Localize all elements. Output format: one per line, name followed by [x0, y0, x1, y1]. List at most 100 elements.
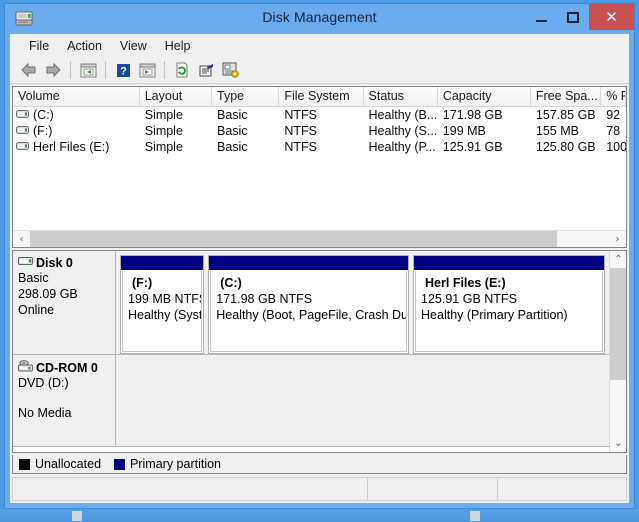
- toolbar: ?: [10, 57, 629, 84]
- cell-volume-label: (F:): [33, 124, 53, 138]
- disk-name: CD-ROM 0: [36, 360, 98, 375]
- scroll-up-icon[interactable]: ⌃: [610, 251, 626, 268]
- disk-type: DVD (D:): [18, 376, 69, 390]
- column-header-status[interactable]: Status: [364, 87, 438, 106]
- disk-title-row: Disk 0: [18, 256, 115, 270]
- status-pane-2: [368, 478, 498, 500]
- disk-state: No Media: [18, 406, 72, 420]
- rescan-disks-icon[interactable]: [219, 59, 241, 81]
- menu-view[interactable]: View: [111, 37, 156, 55]
- drive-icon: [16, 108, 29, 122]
- partition-details: (C:) 171.98 GB NTFS Healthy (Boot, PageF…: [210, 271, 408, 352]
- forward-icon[interactable]: [42, 59, 64, 81]
- column-header-file-system[interactable]: File System: [279, 87, 364, 106]
- scroll-left-icon[interactable]: ‹: [13, 231, 30, 248]
- menu-bar: File Action View Help: [10, 34, 629, 57]
- partition-color-bar: [209, 256, 409, 270]
- cell-file-system: NTFS: [284, 108, 317, 122]
- partition-c[interactable]: (C:) 171.98 GB NTFS Healthy (Boot, PageF…: [208, 255, 410, 354]
- menu-file[interactable]: File: [20, 37, 58, 55]
- cell-percent-free: 92: [606, 108, 621, 122]
- cell-volume: (C:): [13, 108, 140, 122]
- partition-e[interactable]: Herl Files (E:) 125.91 GB NTFS Healthy (…: [413, 255, 605, 354]
- disk-title-row: CD-ROM 0: [18, 360, 115, 375]
- partition-label: (F:): [132, 276, 153, 290]
- partition-size-fs: 125.91 GB NTFS: [421, 292, 517, 306]
- title-bar[interactable]: Disk Management ✕: [5, 4, 634, 33]
- volume-list-header: Volume Layout Type File System Status Ca…: [13, 87, 626, 107]
- help-icon[interactable]: ?: [112, 59, 134, 81]
- partition-label: (C:): [220, 276, 242, 290]
- maximize-button[interactable]: [557, 4, 589, 30]
- scroll-right-icon[interactable]: ›: [609, 231, 626, 248]
- vscroll-track[interactable]: [610, 268, 626, 435]
- cell-status: Healthy (P...: [368, 140, 436, 154]
- table-row[interactable]: (F:) Simple Basic NTFS Healthy (S... 199…: [13, 123, 626, 139]
- disk-size: 298.09 GB: [18, 287, 78, 301]
- disk-state: Online: [18, 303, 55, 317]
- refresh-icon[interactable]: [171, 59, 193, 81]
- disk-name: Disk 0: [36, 256, 73, 270]
- legend-label-primary-partition: Primary partition: [130, 457, 222, 471]
- cell-volume-label: Herl Files (E:): [33, 140, 110, 154]
- disk-type: Basic: [18, 271, 49, 285]
- partition-status: Healthy (Primary Partition): [421, 308, 568, 322]
- column-header-volume[interactable]: Volume: [13, 87, 140, 106]
- disk-info-disk-0[interactable]: Disk 0 Basic 298.09 GB Online: [13, 251, 116, 354]
- disk-info-cdrom-0[interactable]: CD-ROM 0 DVD (D:) No Media: [13, 355, 116, 446]
- table-row[interactable]: (C:) Simple Basic NTFS Healthy (B... 171…: [13, 107, 626, 123]
- volume-list-pane: Volume Layout Type File System Status Ca…: [12, 86, 627, 248]
- hscroll-thumb[interactable]: [30, 230, 557, 247]
- cell-capacity: 199 MB: [442, 124, 486, 138]
- legend-label-unallocated: Unallocated: [35, 457, 102, 471]
- partition-f[interactable]: (F:) 199 MB NTFS Healthy (Syste: [120, 255, 205, 354]
- volume-list-rows: (C:) Simple Basic NTFS Healthy (B... 171…: [13, 107, 626, 230]
- cell-percent-free: 78: [606, 124, 621, 138]
- drive-icon: [16, 140, 29, 154]
- hscroll-track[interactable]: [30, 230, 609, 247]
- partition-status: Healthy (Syste: [128, 308, 203, 322]
- menu-help[interactable]: Help: [156, 37, 200, 55]
- show-hide-action-pane-icon[interactable]: [136, 59, 158, 81]
- close-button[interactable]: ✕: [589, 4, 634, 30]
- cell-layout: Simple: [144, 108, 183, 122]
- column-header-free-space[interactable]: Free Spa...: [531, 87, 602, 106]
- menu-action[interactable]: Action: [58, 37, 111, 55]
- cell-volume: (F:): [13, 124, 140, 138]
- column-header-type[interactable]: Type: [212, 87, 280, 106]
- cell-type: Basic: [217, 124, 248, 138]
- minimize-button[interactable]: [525, 4, 557, 30]
- svg-text:?: ?: [120, 65, 127, 77]
- status-pane-3: [498, 478, 626, 500]
- partition-label: Herl Files (E:): [425, 276, 506, 290]
- disk-row-disk-0[interactable]: Disk 0 Basic 298.09 GB Online (F:) 199 M…: [13, 251, 609, 355]
- legend-swatch-unallocated: [19, 458, 30, 470]
- volume-list-horizontal-scrollbar[interactable]: ‹ ›: [13, 230, 626, 247]
- partition-details: (F:) 199 MB NTFS Healthy (Syste: [122, 271, 203, 352]
- partition-details: Herl Files (E:) 125.91 GB NTFS Healthy (…: [415, 271, 603, 352]
- column-header-layout[interactable]: Layout: [140, 87, 213, 106]
- graphical-view-vertical-scrollbar[interactable]: ⌃ ⌄: [609, 251, 626, 452]
- column-header-percent-free[interactable]: % F: [601, 87, 626, 106]
- table-row[interactable]: Herl Files (E:) Simple Basic NTFS Health…: [13, 139, 626, 155]
- partition-status: Healthy (Boot, PageFile, Crash Dum: [216, 308, 408, 322]
- legend: Unallocated Primary partition: [12, 455, 627, 474]
- back-icon[interactable]: [18, 59, 40, 81]
- cell-free-space: 125.80 GB: [535, 140, 596, 154]
- cell-percent-free: 100: [606, 140, 626, 154]
- cell-volume: Herl Files (E:): [13, 140, 140, 154]
- toolbar-separator-1: [70, 61, 71, 79]
- properties-icon[interactable]: [195, 59, 217, 81]
- cell-type: Basic: [217, 140, 248, 154]
- desktop-taskbar-strip: [0, 509, 639, 522]
- cell-file-system: NTFS: [284, 124, 317, 138]
- partition-color-bar: [414, 256, 604, 270]
- vscroll-thumb[interactable]: [610, 268, 626, 380]
- disk-row-cdrom-0[interactable]: CD-ROM 0 DVD (D:) No Media: [13, 355, 609, 447]
- toolbar-separator-3: [164, 61, 165, 79]
- scroll-down-icon[interactable]: ⌄: [610, 435, 626, 452]
- cdrom-empty-area: [116, 355, 609, 446]
- partition-color-bar: [121, 256, 204, 270]
- show-hide-console-tree-icon[interactable]: [77, 59, 99, 81]
- column-header-capacity[interactable]: Capacity: [438, 87, 531, 106]
